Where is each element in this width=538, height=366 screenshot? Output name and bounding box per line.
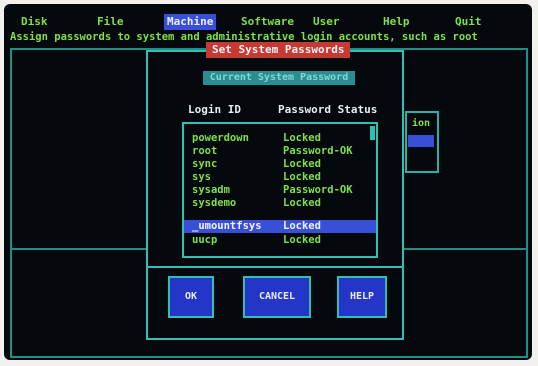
password-status: Locked <box>283 158 321 170</box>
cancel-button[interactable]: CANCEL <box>243 276 311 318</box>
login-list[interactable]: powerdown Locked root Password-OK sync L… <box>182 122 378 258</box>
password-status: Password-OK <box>283 145 353 157</box>
list-item[interactable]: sysadm Password-OK <box>184 184 376 197</box>
login-id: powerdown <box>192 132 249 144</box>
list-item[interactable]: sync Locked <box>184 158 376 171</box>
dialog-separator <box>148 266 402 268</box>
help-button[interactable]: HELP <box>337 276 387 318</box>
menu-software[interactable]: Software <box>238 14 297 30</box>
menu-bar: Disk File Machine Software User Help Qui… <box>4 14 532 30</box>
menu-file[interactable]: File <box>94 14 127 30</box>
login-id: uucp <box>192 234 218 246</box>
list-item-selected[interactable]: _umountfsys Locked <box>184 220 376 233</box>
list-item[interactable]: sysdemo Locked <box>184 197 376 210</box>
list-item[interactable]: powerdown Locked <box>184 132 376 145</box>
menu-machine[interactable]: Machine <box>164 14 217 30</box>
login-id: sysadm <box>192 184 230 196</box>
password-status: Locked <box>283 197 321 209</box>
background-side-panel-label: ion <box>412 118 431 129</box>
menu-quit[interactable]: Quit <box>452 14 485 30</box>
password-status: Locked <box>283 171 321 183</box>
login-id: sysdemo <box>192 197 237 209</box>
list-scrollbar-thumb[interactable] <box>370 126 375 140</box>
password-status: Locked <box>283 132 321 144</box>
login-id: root <box>192 145 218 157</box>
ok-button[interactable]: OK <box>168 276 214 318</box>
list-item[interactable]: sys Locked <box>184 171 376 184</box>
password-status: Password-OK <box>283 184 353 196</box>
password-status: Locked <box>283 220 321 232</box>
list-item[interactable]: root Password-OK <box>184 145 376 158</box>
list-item[interactable]: uucp Locked <box>184 234 376 247</box>
password-input-field[interactable]: Current System Password <box>203 71 355 85</box>
menu-user[interactable]: User <box>310 14 343 30</box>
login-id: sync <box>192 158 218 170</box>
login-id: sys <box>192 171 211 183</box>
dialog-title: Set System Passwords <box>206 42 351 58</box>
menu-help[interactable]: Help <box>380 14 413 30</box>
login-id: _umountfsys <box>192 220 262 232</box>
menu-disk[interactable]: Disk <box>18 14 51 30</box>
password-status: Locked <box>283 234 321 246</box>
column-header-password-status: Password Status <box>278 103 378 116</box>
background-side-panel-selection <box>408 135 434 147</box>
column-header-login-id: Login ID <box>188 103 241 116</box>
